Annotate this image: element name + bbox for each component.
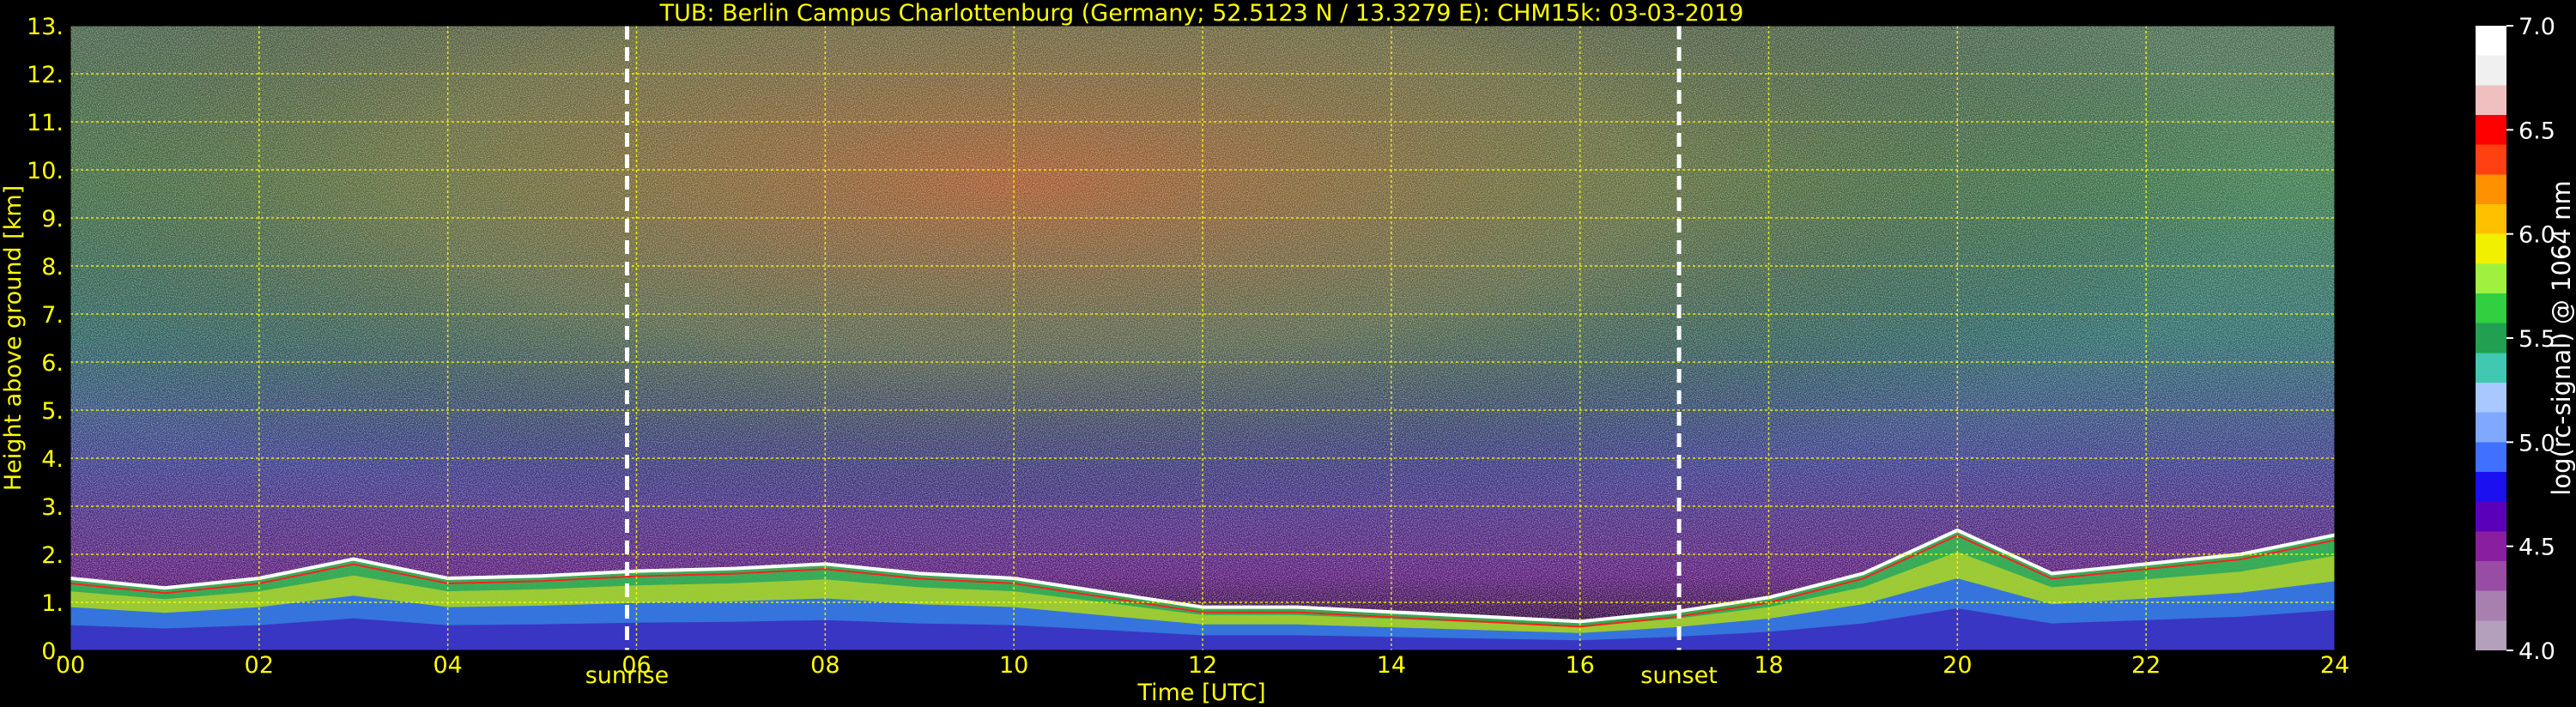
y-tick-label: 5. xyxy=(41,398,64,425)
y-tick-label: 0. xyxy=(41,638,64,665)
colorbar xyxy=(2476,26,2506,650)
y-axis-ticks: 0. 1. 2. 3. 4. 5. 6. 7. 8. 9. 10. 11. 12. 13. xyxy=(27,14,64,665)
y-tick-label: 4. xyxy=(41,446,64,473)
y-tick-label: 2. xyxy=(41,542,64,569)
y-tick-label: 8. xyxy=(41,254,64,281)
y-tick-label: 13. xyxy=(27,14,64,40)
x-tick-label: 12 xyxy=(1188,652,1217,679)
x-tick-label: 04 xyxy=(433,652,462,679)
chart-title: TUB: Berlin Campus Charlottenburg (Germa… xyxy=(659,0,1744,27)
y-axis-label: Height above ground [km] xyxy=(0,185,27,491)
sunrise-label: sunrise xyxy=(585,662,670,689)
x-tick-label: 10 xyxy=(999,652,1028,679)
colorbar-tick-label: 6.5 xyxy=(2518,118,2555,144)
y-tick-label: 10. xyxy=(27,158,64,184)
colorbar-tick-label: 4.0 xyxy=(2518,638,2555,665)
x-tick-label: 24 xyxy=(2320,652,2349,679)
x-tick-label: 20 xyxy=(1943,652,1972,679)
y-tick-label: 7. xyxy=(41,302,64,329)
sunset-label: sunset xyxy=(1640,662,1718,689)
y-tick-label: 3. xyxy=(41,494,64,521)
x-tick-label: 22 xyxy=(2131,652,2161,679)
y-tick-label: 12. xyxy=(27,62,64,88)
x-axis-ticks: 00 02 04 06 08 10 12 14 16 18 20 22 24 xyxy=(56,652,2349,679)
x-tick-label: 18 xyxy=(1754,652,1783,679)
ceilometer-figure: TUB: Berlin Campus Charlottenburg (Germa… xyxy=(0,0,2576,706)
x-tick-label: 08 xyxy=(810,652,839,679)
x-axis-label: Time [UTC] xyxy=(1136,680,1265,706)
x-tick-label: 02 xyxy=(245,652,274,679)
x-tick-label: 16 xyxy=(1565,652,1594,679)
colorbar-tick-label: 7.0 xyxy=(2518,14,2555,40)
colorbar-label: log(rc-signal) @ 1064 nm xyxy=(2547,180,2576,495)
colorbar-tick-label: 4.5 xyxy=(2518,535,2555,561)
y-tick-label: 11. xyxy=(27,110,64,136)
y-tick-label: 9. xyxy=(41,206,64,233)
y-tick-label: 1. xyxy=(41,590,64,617)
y-tick-label: 6. xyxy=(41,350,64,377)
x-tick-label: 14 xyxy=(1377,652,1406,679)
plot-area xyxy=(70,26,2335,650)
